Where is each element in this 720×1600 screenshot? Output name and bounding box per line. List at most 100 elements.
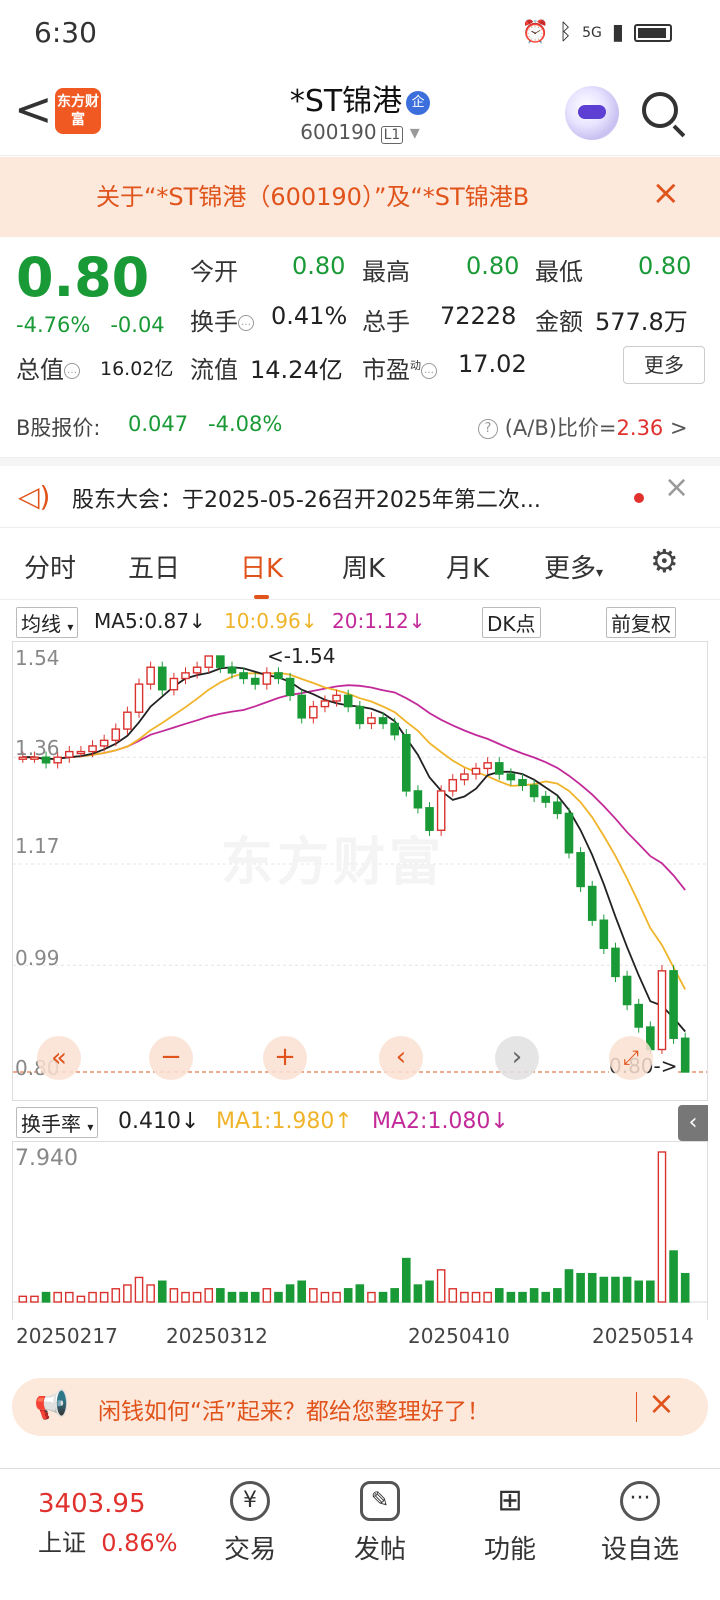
nav-watchlist[interactable]: ··· 设自选	[590, 1481, 690, 1566]
last-price: 0.80	[16, 246, 150, 309]
signal-icon: 5G	[582, 24, 602, 41]
vol-ma1-value: MA1:1.980↑	[216, 1109, 353, 1134]
y-tick-label: 1.36	[15, 736, 60, 760]
high-label: 最高	[362, 258, 410, 286]
price-change: -4.76% -0.04	[16, 313, 165, 337]
indicator-selector[interactable]: 均线 ▾	[16, 607, 79, 638]
volume-bar-down	[425, 1280, 434, 1303]
mktcap-label: 总值…	[16, 350, 80, 385]
nav-trade[interactable]: ¥ 交易	[200, 1481, 300, 1566]
search-icon[interactable]	[640, 90, 686, 138]
fullscreen-icon[interactable]: ⤢	[609, 1036, 653, 1080]
open-label: 今开	[190, 258, 238, 286]
nav-label: 设自选	[600, 1535, 679, 1565]
collapse-panel-icon[interactable]: ‹	[678, 1105, 708, 1141]
status-time: 6:30	[34, 16, 97, 49]
scroll-left-icon[interactable]: ‹	[379, 1036, 423, 1080]
ai-assistant-icon[interactable]	[565, 86, 619, 140]
candlestick-chart[interactable]: 东方财富 1.54 1.36 1.17 0.99 0.80 <-1.54 0.8…	[12, 641, 708, 1101]
candle-down	[622, 975, 632, 1006]
chevron-down-icon: ▾	[409, 120, 420, 144]
nav-label: 发帖	[353, 1535, 406, 1565]
more-button[interactable]: 更多	[623, 346, 705, 384]
candle-up	[367, 717, 376, 725]
tab-daily-k[interactable]: 日K	[240, 548, 283, 599]
alarm-icon: ⏰	[521, 20, 549, 45]
volume-bar-down	[518, 1291, 527, 1303]
index-ticker[interactable]: 3403.95 上证 0.86%	[38, 1489, 178, 1558]
turnover-rate-chart[interactable]: 7.940	[12, 1141, 708, 1321]
tab-monthly-k[interactable]: 月K	[446, 548, 489, 585]
volume-bar-up	[332, 1291, 341, 1303]
y-tick-label: 1.54	[15, 646, 60, 670]
volume-indicator-selector[interactable]: 换手率 ▾	[16, 1107, 99, 1138]
candle-down	[274, 672, 283, 680]
chevron-down-icon: ▾	[67, 620, 74, 634]
y-tick-label: 0.99	[15, 946, 60, 970]
pe-label: 市盈动…	[362, 350, 437, 385]
dk-point-selector[interactable]: DK点	[482, 607, 541, 638]
quote-panel: 0.80 -4.76% -0.04 今开 0.80 最高 0.80 最低 0.8…	[0, 240, 720, 400]
scroll-start-icon[interactable]: «	[37, 1036, 81, 1080]
announcement-banner[interactable]: 关于“*ST锦港（600190）”及“*ST锦港B ×	[0, 157, 720, 237]
edit-icon: ✎	[360, 1481, 400, 1521]
turnover-rate-value: 0.410↓	[118, 1109, 200, 1134]
candle-down	[285, 677, 295, 697]
turnover-label: 换手…	[190, 302, 254, 337]
nav-functions[interactable]: ⊞ 功能	[460, 1481, 560, 1566]
zoom-out-icon[interactable]: −	[149, 1036, 193, 1080]
close-icon[interactable]: ×	[652, 173, 681, 213]
yen-icon: ¥	[230, 1481, 270, 1521]
volume-bar-up	[448, 1288, 458, 1303]
x-tick-label: 20250410	[408, 1324, 510, 1348]
candle-down	[669, 970, 678, 1039]
candle-down	[227, 666, 237, 674]
adjust-selector[interactable]: 前复权	[606, 607, 676, 638]
candle-down	[413, 790, 423, 809]
volume-bar-up	[367, 1291, 376, 1303]
promo-banner[interactable]: 📢 闲钱如何“活”起来？都给您整理好了！ ×	[12, 1378, 708, 1436]
settings-gear-icon[interactable]: ⚙	[650, 542, 679, 580]
zoom-in-icon[interactable]: +	[263, 1036, 307, 1080]
candle-up	[76, 750, 86, 755]
volume-bar-up	[309, 1288, 318, 1303]
candle-down	[216, 655, 225, 668]
candle-down	[494, 762, 504, 775]
volume-bar-down	[355, 1284, 365, 1303]
volume-bar-down	[646, 1280, 655, 1303]
index-pct: 0.86%	[101, 1529, 178, 1557]
nav-label: 功能	[483, 1535, 536, 1565]
level-badge: L1	[380, 126, 404, 144]
mktcap-value: 16.02亿	[100, 358, 174, 380]
change-abs: -0.04	[110, 313, 165, 337]
volume-bar-up	[657, 1151, 667, 1303]
candle-up	[169, 677, 179, 691]
scroll-right-icon[interactable]: ›	[495, 1036, 539, 1080]
candle-up	[657, 970, 667, 1051]
info-icon: …	[64, 363, 80, 379]
close-icon[interactable]: ×	[664, 470, 689, 505]
amount-value: 577.8万	[595, 308, 688, 336]
volume-bar-down	[634, 1280, 644, 1303]
tab-more[interactable]: 更多▾	[544, 548, 603, 585]
info-icon: …	[421, 363, 437, 379]
tab-weekly-k[interactable]: 周K	[342, 548, 385, 585]
volume-bar-down	[680, 1272, 690, 1303]
volume-bar-down	[343, 1288, 353, 1303]
tab-minute[interactable]: 分时	[24, 548, 76, 585]
candle-up	[99, 739, 109, 747]
b-share-label: B股报价:	[16, 416, 101, 440]
candle-up	[483, 762, 492, 770]
candle-up	[204, 655, 214, 668]
volume-bar-up	[146, 1284, 155, 1303]
meeting-notice[interactable]: ◁) 股东大会：于2025-05-26召开2025年第二次... ×	[0, 466, 720, 528]
stock-name: *ST锦港	[289, 84, 403, 119]
volume-bar-up	[204, 1288, 214, 1303]
signal-bars-icon: ▮	[611, 20, 624, 45]
tab-five-day[interactable]: 五日	[128, 548, 180, 585]
nav-post[interactable]: ✎ 发帖	[330, 1481, 430, 1566]
close-icon[interactable]: ×	[648, 1384, 675, 1422]
b-share-quote[interactable]: B股报价: 0.047 -4.08% ? (A/B)比价=2.36 >	[0, 402, 720, 458]
volume-bar-up	[181, 1291, 190, 1303]
b-share-price: 0.047	[128, 412, 189, 436]
